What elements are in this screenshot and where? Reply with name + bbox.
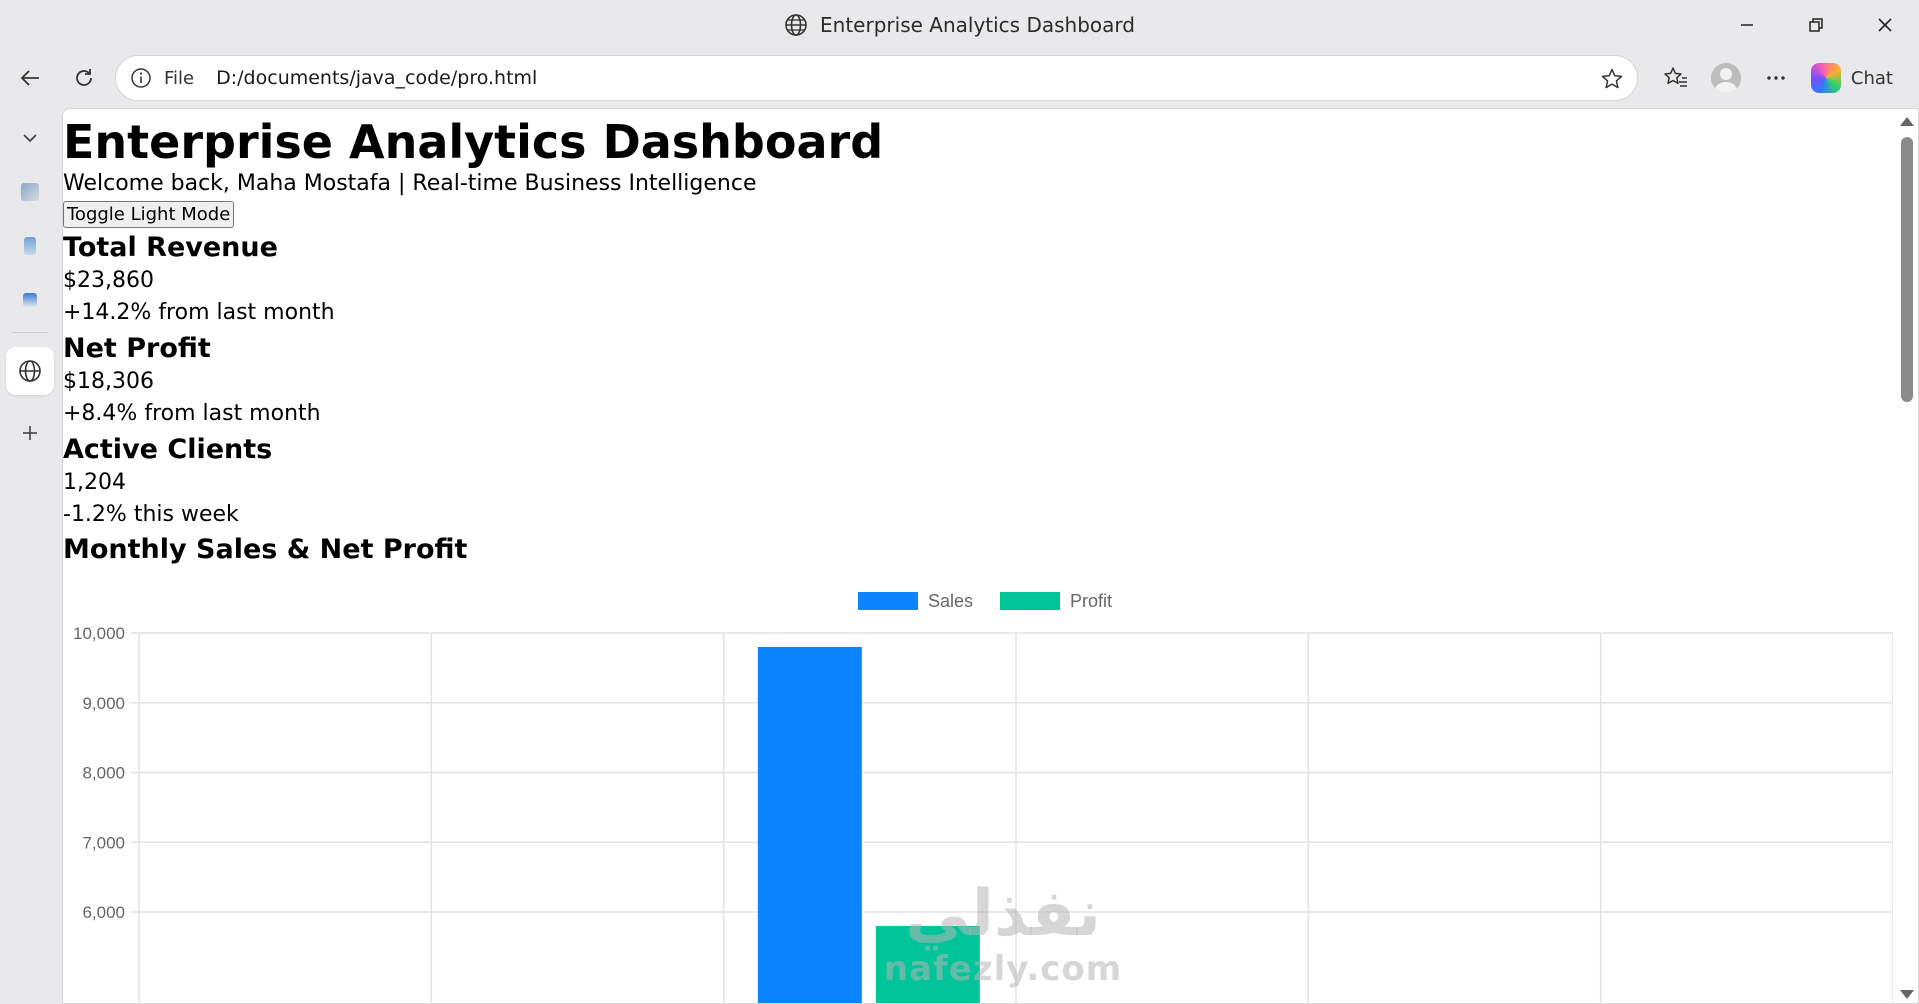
vertical-scrollbar[interactable] — [1894, 109, 1918, 1003]
page-viewport: Enterprise Analytics Dashboard Welcome b… — [62, 108, 1919, 1004]
vertical-tab-sidebar — [0, 108, 60, 1004]
url-text[interactable]: D:/documents/java_code/pro.html — [216, 67, 537, 89]
dashboard-page: Enterprise Analytics Dashboard Welcome b… — [63, 109, 1894, 1003]
metric-total-revenue: Total Revenue $23,860 +14.2% from last m… — [63, 231, 1893, 329]
star-icon — [1601, 68, 1623, 89]
chat-label: Chat — [1850, 67, 1893, 89]
tab-item-2[interactable] — [6, 222, 54, 270]
window-controls — [1712, 0, 1919, 50]
copilot-icon — [1810, 63, 1841, 93]
chevron-down-icon — [23, 134, 37, 143]
chart-y-tick-label: 6,000 — [82, 903, 125, 922]
metric-change: +8.4% from last month — [63, 401, 321, 426]
more-dots-icon — [1767, 76, 1785, 80]
globe-icon — [19, 360, 41, 382]
metric-value: $23,860 — [63, 268, 154, 293]
tab-favicon — [24, 237, 36, 255]
info-icon — [131, 68, 151, 88]
scrollbar-thumb[interactable] — [1901, 137, 1913, 402]
sidebar-divider — [12, 332, 48, 333]
chart-y-tick-label: 8,000 — [82, 764, 125, 783]
metric-change: -1.2% this week — [63, 502, 239, 527]
legend-swatch-profit — [1000, 592, 1060, 610]
metric-title: Active Clients — [63, 434, 273, 465]
restore-button[interactable] — [1781, 0, 1850, 50]
restore-icon — [1808, 18, 1823, 32]
tab-item-3[interactable] — [6, 276, 54, 324]
favorite-button[interactable] — [1597, 64, 1627, 94]
refresh-button[interactable] — [59, 53, 109, 103]
copilot-chat-button[interactable]: Chat — [1801, 55, 1911, 101]
title-bar: Enterprise Analytics Dashboard — [0, 0, 1919, 50]
profile-button[interactable] — [1701, 53, 1751, 103]
minimize-button[interactable] — [1712, 0, 1781, 50]
metric-value: 1,204 — [63, 470, 126, 495]
tab-favicon — [21, 183, 39, 201]
more-button[interactable] — [1751, 53, 1801, 103]
metric-value: $18,306 — [63, 369, 154, 394]
legend-swatch-sales — [858, 592, 918, 610]
metric-title: Total Revenue — [63, 232, 278, 263]
url-scheme-label: File — [164, 67, 195, 89]
metric-active-clients: Active Clients 1,204 -1.2% this week — [63, 433, 1893, 531]
globe-icon — [785, 14, 807, 36]
metric-title: Net Profit — [63, 333, 211, 364]
window-title: Enterprise Analytics Dashboard — [784, 13, 1135, 37]
window-title-text: Enterprise Analytics Dashboard — [820, 13, 1135, 37]
minimize-icon — [1740, 24, 1753, 26]
chart-y-tick-label: 9,000 — [82, 694, 125, 713]
scroll-up-arrow[interactable] — [1900, 117, 1914, 126]
metric-net-profit: Net Profit $18,306 +8.4% from last month — [63, 332, 1893, 430]
chart-svg: 10,000 9,000 8,000 7,000 6,000 Sales Profit — [73, 591, 1894, 1003]
tab-item-1[interactable] — [6, 168, 54, 216]
collapse-tabs-button[interactable] — [6, 114, 54, 162]
chart-y-tick-label: 10,000 — [73, 624, 125, 643]
chart-bar-sales — [757, 646, 862, 1003]
chart-bar-profit — [875, 925, 980, 1003]
page-title: Enterprise Analytics Dashboard — [63, 115, 884, 169]
sales-profit-chart: 10,000 9,000 8,000 7,000 6,000 Sales Profit — [63, 579, 1894, 1003]
scroll-down-arrow[interactable] — [1900, 990, 1914, 999]
tab-favicon — [23, 293, 37, 307]
favorites-icon — [1664, 67, 1687, 87]
close-button[interactable] — [1850, 0, 1919, 50]
chart-heading: Monthly Sales & Net Profit — [63, 534, 468, 565]
address-bar[interactable]: File D:/documents/java_code/pro.html — [115, 55, 1638, 101]
avatar — [1710, 63, 1741, 93]
favorites-button[interactable] — [1651, 53, 1701, 103]
tab-item-active[interactable] — [6, 347, 54, 395]
chart-y-tick-label: 7,000 — [82, 833, 125, 852]
legend-label-profit: Profit — [1070, 591, 1112, 611]
back-button[interactable] — [5, 53, 55, 103]
metric-change: +14.2% from last month — [63, 300, 335, 325]
toolbar-right: Chat — [1651, 50, 1919, 106]
toggle-light-mode-button[interactable]: Toggle Light Mode — [63, 201, 235, 228]
close-icon — [1877, 18, 1892, 32]
new-tab-button[interactable] — [6, 409, 54, 457]
welcome-subtitle: Welcome back, Maha Mostafa | Real-time B… — [63, 171, 757, 196]
refresh-icon — [76, 69, 92, 86]
legend-label-sales: Sales — [928, 591, 973, 611]
browser-toolbar: File D:/documents/java_code/pro.html Cha… — [0, 50, 1919, 106]
arrow-left-icon — [20, 70, 39, 86]
plus-icon — [23, 426, 37, 440]
